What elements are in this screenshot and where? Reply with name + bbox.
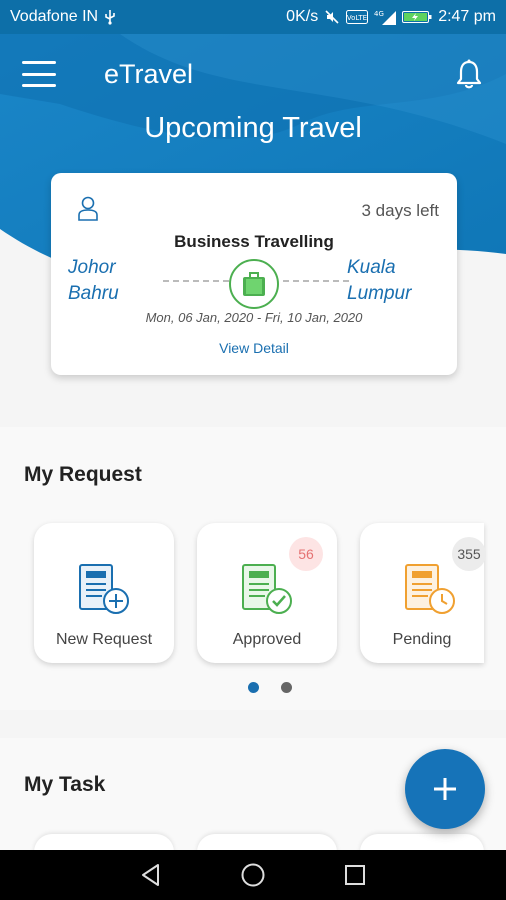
pending-count-badge: 355: [452, 537, 486, 571]
plus-icon: [434, 778, 456, 800]
app-bar: eTravel: [0, 34, 506, 114]
destination-city-line2: Lumpur: [347, 283, 412, 304]
pager-dot-1[interactable]: [248, 682, 259, 693]
signal-icon: 4G: [374, 9, 397, 25]
approved-count-badge: 56: [289, 537, 323, 571]
bell-icon[interactable]: [454, 58, 484, 90]
trip-dates: Mon, 06 Jan, 2020 - Fri, 10 Jan, 2020: [145, 310, 363, 325]
pager-dots: [248, 682, 292, 693]
my-request-section: My Request New Request 56 Approved 355 P…: [0, 427, 506, 710]
origin-city-line2: Bahru: [68, 283, 119, 304]
battery-icon: [402, 9, 432, 25]
approved-label: Approved: [232, 631, 302, 648]
svg-text:VoLTE: VoLTE: [347, 14, 367, 22]
clock: 2:47 pm: [438, 8, 496, 25]
back-icon[interactable]: [136, 860, 166, 890]
pending-card[interactable]: 355 Pending: [360, 523, 486, 663]
approved-card[interactable]: 56 Approved: [197, 523, 337, 663]
status-bar: Vodafone IN 0K/s VoLTE 4G 2:47 pm: [0, 0, 506, 34]
upcoming-travel-card[interactable]: 3 days left Business Travelling Johor Ba…: [51, 173, 457, 375]
my-task-title: My Task: [24, 773, 106, 796]
net-speed: 0K/s: [286, 8, 319, 25]
destination-city: Kuala Lumpur: [347, 255, 411, 307]
new-request-icon: [78, 563, 130, 620]
days-left: 3 days left: [361, 201, 440, 220]
carrier-name: Vodafone IN: [10, 8, 99, 25]
app-title: eTravel: [104, 58, 194, 89]
mute-icon: [324, 9, 340, 25]
pending-label: Pending: [392, 631, 452, 648]
new-request-label: New Request: [55, 631, 153, 648]
volte-icon: VoLTE: [346, 10, 369, 24]
destination-city-line1: Kuala: [347, 257, 396, 278]
origin-city: Johor Bahru: [68, 255, 119, 307]
luggage-icon: [229, 259, 279, 309]
usb-icon: [104, 9, 116, 25]
page-title: Upcoming Travel: [144, 112, 362, 144]
new-request-card[interactable]: New Request: [34, 523, 174, 663]
add-fab-button[interactable]: [405, 749, 485, 829]
svg-text:4G: 4G: [374, 10, 384, 18]
home-icon[interactable]: [238, 860, 268, 890]
user-icon: [77, 195, 99, 221]
pending-icon: [404, 563, 456, 620]
route-line-left: [163, 280, 229, 282]
hamburger-menu-icon[interactable]: [22, 61, 56, 87]
trip-title: Business Travelling: [174, 232, 334, 251]
my-request-title: My Request: [24, 463, 142, 486]
origin-city-line1: Johor: [68, 257, 116, 278]
pager-dot-2[interactable]: [281, 682, 292, 693]
view-detail-link[interactable]: View Detail: [51, 340, 457, 356]
approved-icon: [241, 563, 293, 620]
recents-icon[interactable]: [340, 860, 370, 890]
route-line-right: [283, 280, 349, 282]
system-nav-bar: [0, 850, 506, 900]
